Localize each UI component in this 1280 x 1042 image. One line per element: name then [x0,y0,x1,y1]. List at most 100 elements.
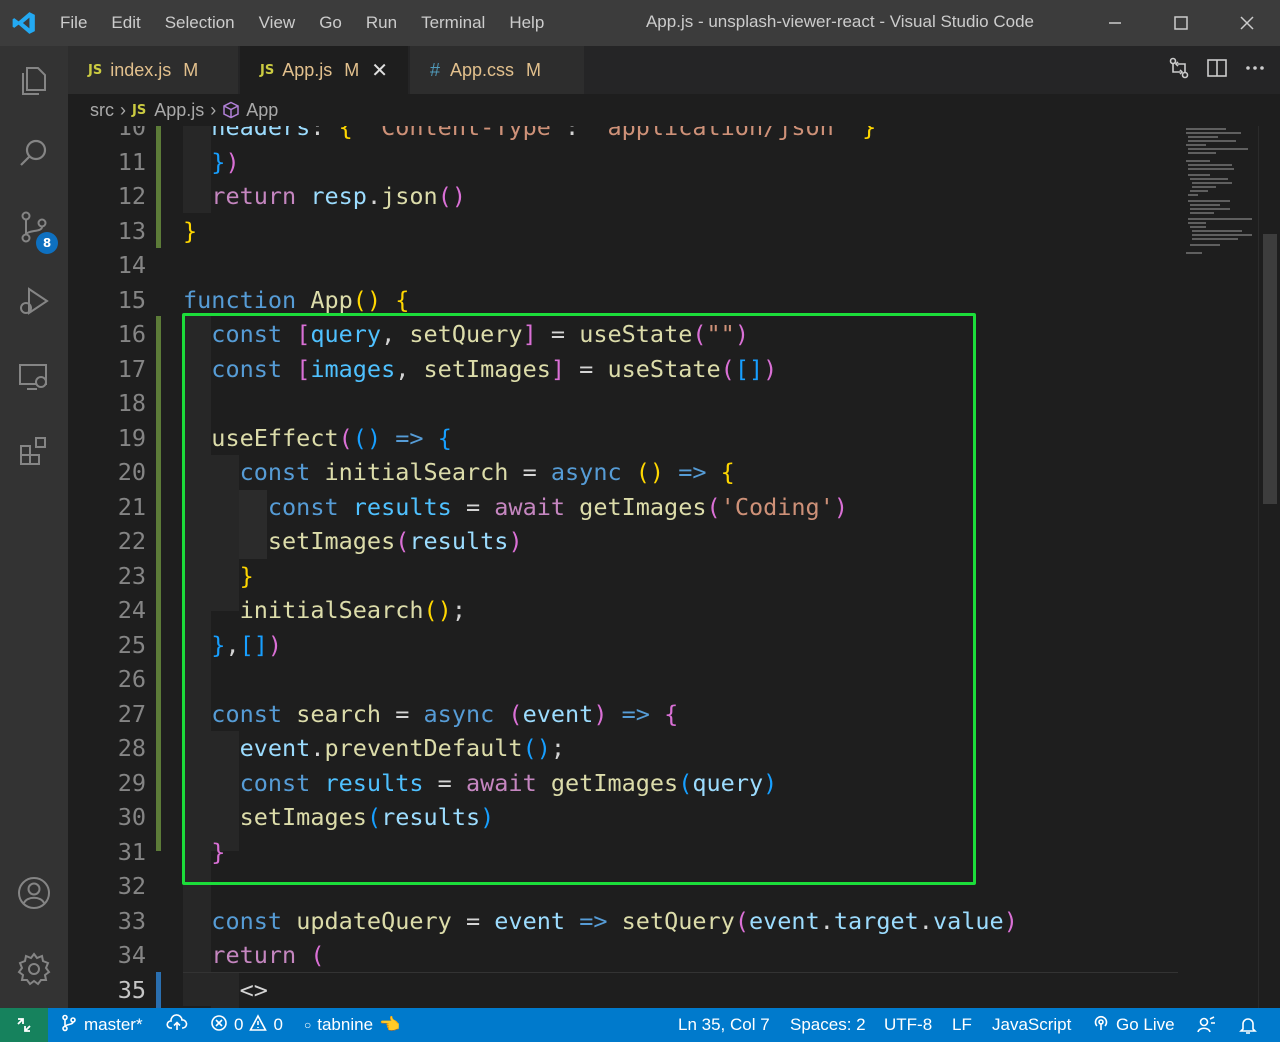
line-number: 18 [117,389,146,417]
tab-label: App.js [282,59,333,80]
code-line[interactable]: 33 const updateQuery = event => setQuery… [68,904,1178,939]
line-number: 35 [117,975,146,1004]
notifications-bell-icon[interactable] [1238,1008,1258,1042]
git-branch-item[interactable]: master* [60,1008,143,1042]
line-number: 30 [117,803,146,831]
problems-item[interactable]: 0 0 [210,1008,283,1042]
css-file-icon: # [430,59,441,80]
menu-edit[interactable]: Edit [99,13,152,33]
menu-help[interactable]: Help [497,13,556,33]
code-line[interactable]: 14 [68,248,1178,283]
code-token: () { [352,285,410,314]
code-editor[interactable]: 10 headers: { 'Content-Type': 'applicati… [68,126,1280,1008]
menu-bar: File Edit Selection View Go Run Terminal… [48,0,556,46]
git-branch-label: master* [84,1015,143,1034]
settings-gear-icon[interactable] [0,934,68,1004]
code-text: return resp.json() [183,179,466,214]
tabnine-icon: ○ [304,1018,312,1032]
code-token: json [381,182,438,210]
maximize-button[interactable] [1148,0,1214,46]
line-number: 34 [117,941,146,969]
go-live-label: Go Live [1116,1015,1175,1034]
menu-selection[interactable]: Selection [153,13,247,33]
search-icon[interactable] [0,118,68,188]
tab-app-js[interactable]: JS App.js M ✕ [240,46,408,94]
line-number: 24 [117,596,146,624]
minimap[interactable] [1178,126,1258,1008]
code-token: . [918,906,933,935]
code-line[interactable]: 10 headers: { 'Content-Type': 'applicati… [68,126,1178,145]
code-line[interactable]: 35 <> [68,973,1178,1008]
run-debug-icon[interactable] [0,266,68,336]
code-line[interactable]: 11 }) [68,145,1178,180]
code-line[interactable]: 12 return resp.json() [68,179,1178,214]
code-token: ) [1003,906,1018,935]
minimize-button[interactable] [1082,0,1148,46]
indentation-item[interactable]: Spaces: 2 [790,1008,866,1042]
code-token: . [819,906,834,935]
code-token: : [565,126,594,141]
open-changes-icon[interactable] [1168,57,1190,83]
sync-button[interactable] [166,1008,188,1042]
line-number: 28 [117,734,146,762]
tabnine-label: tabnine [317,1015,374,1034]
line-number: 31 [117,837,146,866]
breadcrumb-folder[interactable]: src [90,100,114,121]
line-number: 23 [117,561,146,590]
code-line[interactable]: 34 return ( [68,938,1178,973]
remote-indicator-button[interactable] [0,1008,48,1042]
tab-app-css[interactable]: # App.css M [410,46,584,94]
code-text: function App() { [183,283,409,318]
close-tab-icon[interactable]: ✕ [371,58,388,83]
explorer-icon[interactable] [0,46,68,116]
code-text: } [183,214,197,249]
code-line[interactable]: 15 function App() { [68,283,1178,318]
breadcrumb-file[interactable]: App.js [154,100,204,121]
tab-modified-badge: M [183,59,199,80]
line-number: 14 [117,251,146,279]
tab-index-js[interactable]: JS index.js M [68,46,238,94]
close-window-button[interactable] [1214,0,1280,46]
js-file-icon: JS [132,102,147,118]
line-number: 13 [117,216,146,245]
warning-icon [249,1013,268,1037]
menu-file[interactable]: File [48,13,99,33]
eol-item[interactable]: LF [952,1008,972,1042]
code-token: = [451,906,495,935]
remote-explorer-icon[interactable] [0,342,68,412]
menu-view[interactable]: View [247,13,308,33]
chevron-right-icon: › [210,99,217,120]
menu-go[interactable]: Go [307,13,354,33]
code-token: => [579,906,608,935]
encoding-item[interactable]: UTF-8 [884,1008,932,1042]
code-token: } [211,147,226,176]
code-line[interactable]: 13} [68,214,1178,249]
extensions-icon[interactable] [0,416,68,486]
code-token: } [862,126,877,141]
line-number: 11 [117,147,146,176]
menu-terminal[interactable]: Terminal [409,13,497,33]
split-editor-icon[interactable] [1206,57,1228,83]
tab-modified-badge: M [526,59,542,80]
code-token: 'Content-Type' [366,126,566,141]
cursor-position[interactable]: Ln 35, Col 7 [678,1008,770,1042]
source-control-icon[interactable]: 8 [0,192,68,262]
feedback-icon[interactable] [1196,1008,1216,1042]
error-count: 0 [234,1015,244,1034]
git-branch-icon [60,1014,78,1037]
vertical-scrollbar[interactable] [1258,126,1280,1008]
account-icon[interactable] [0,858,68,928]
tabnine-item[interactable]: ○ tabnine 👈 [304,1008,400,1042]
go-live-button[interactable]: Go Live [1092,1008,1175,1042]
line-number: 20 [117,458,146,486]
scrollbar-thumb[interactable] [1263,234,1277,504]
menu-run[interactable]: Run [354,13,409,33]
more-actions-icon[interactable] [1244,57,1266,83]
language-mode-item[interactable]: JavaScript [992,1008,1071,1042]
breadcrumb-symbol[interactable]: App [246,100,278,121]
